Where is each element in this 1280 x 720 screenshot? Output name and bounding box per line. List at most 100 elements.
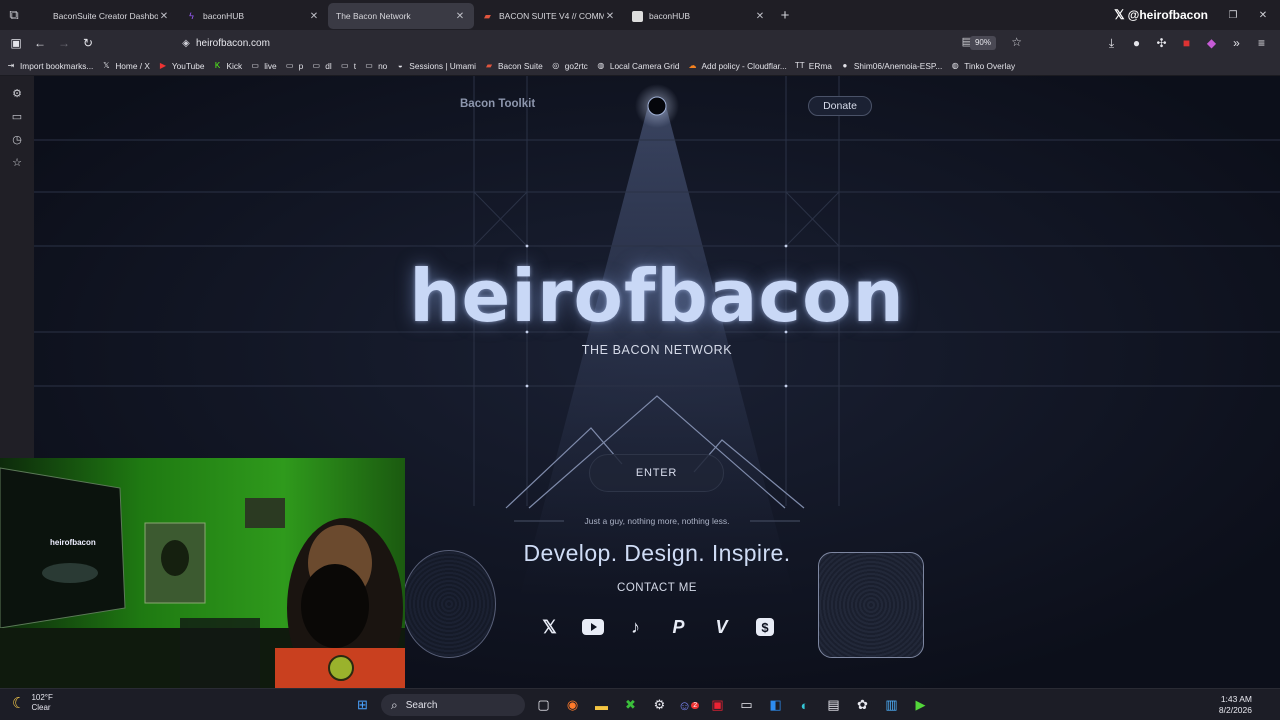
page-icon bbox=[36, 11, 47, 22]
cashapp-icon[interactable]: $ bbox=[748, 614, 782, 640]
brand-link[interactable]: Bacon Toolkit bbox=[460, 98, 535, 110]
system-clock[interactable]: 1:43 AM 8/2/2026 bbox=[1219, 694, 1252, 716]
url-text[interactable]: heirofbacon.com bbox=[196, 38, 270, 49]
forward-button[interactable]: → bbox=[52, 31, 76, 55]
task-view-icon[interactable]: ▢ bbox=[529, 689, 558, 720]
taskbar-search[interactable]: ⌕ Search bbox=[381, 694, 525, 716]
zoom-level-badge[interactable]: 90% bbox=[969, 36, 996, 50]
ai-chat-icon[interactable]: ⚙ bbox=[5, 82, 29, 105]
app-window-icon[interactable]: ▤ bbox=[819, 689, 848, 720]
bookmark-item[interactable]: K Kick bbox=[213, 61, 242, 71]
edge-icon[interactable]: ◐ bbox=[790, 689, 819, 720]
restore-window-button[interactable]: ❐ bbox=[1220, 0, 1246, 30]
tab-label: The Bacon Network bbox=[336, 11, 411, 21]
close-tab-icon[interactable]: ✕ bbox=[158, 11, 170, 22]
bookmark-star-icon[interactable]: ☆ bbox=[1011, 35, 1022, 49]
folder-icon: ▭ bbox=[365, 61, 373, 70]
bookmark-item[interactable]: ☁ Add policy - Cloudflar... bbox=[687, 61, 786, 71]
bookmark-item[interactable]: ▭ t bbox=[340, 61, 356, 71]
close-tab-icon[interactable]: ✕ bbox=[754, 11, 766, 22]
xbox-icon[interactable]: ✖ bbox=[616, 689, 645, 720]
file-explorer-icon[interactable]: ▬ bbox=[587, 689, 616, 720]
bookmark-item[interactable]: ▭ p bbox=[285, 60, 304, 71]
close-tab-icon[interactable]: ✕ bbox=[454, 11, 466, 22]
overflow-icon[interactable]: » bbox=[1224, 31, 1249, 55]
close-window-button[interactable]: ✕ bbox=[1250, 0, 1276, 30]
bookmark-item[interactable]: TT ERma bbox=[795, 61, 832, 71]
extension-j-icon[interactable]: ● bbox=[1124, 31, 1149, 55]
globe-icon: ◍ bbox=[597, 61, 605, 70]
reload-button[interactable]: ↻ bbox=[76, 31, 100, 55]
terminal-icon[interactable]: ▭ bbox=[732, 689, 761, 720]
close-tab-icon[interactable]: ✕ bbox=[308, 11, 320, 22]
bookmark-item[interactable]: ▭ no bbox=[364, 61, 387, 71]
profile-handle-text: @heirofbacon bbox=[1127, 8, 1208, 22]
site-info-icon[interactable]: ◈ bbox=[176, 38, 196, 49]
vscode-icon[interactable]: ◧ bbox=[761, 689, 790, 720]
chatgpt-icon[interactable]: ✿ bbox=[848, 689, 877, 720]
svg-text:$: $ bbox=[761, 620, 769, 635]
bookmark-label: YouTube bbox=[171, 60, 205, 71]
youtube-icon[interactable] bbox=[576, 614, 610, 640]
square-decoration bbox=[818, 552, 924, 658]
bookmarks-icon[interactable]: ☆ bbox=[5, 151, 29, 174]
close-tab-icon[interactable]: ✕ bbox=[604, 11, 616, 22]
bookmark-item[interactable]: ◎ go2rtc bbox=[551, 61, 588, 71]
bookmark-item[interactable]: ▭ live bbox=[250, 61, 276, 71]
bookmark-item[interactable]: ⇥ Import bookmarks... bbox=[6, 61, 94, 71]
clock-date: 8/2/2026 bbox=[1218, 705, 1252, 715]
donate-button[interactable]: Donate bbox=[808, 96, 872, 116]
back-button[interactable]: ← bbox=[28, 31, 52, 55]
bookmark-item[interactable]: ▶ YouTube bbox=[158, 61, 205, 71]
bookmark-item[interactable]: ◍ Local Camera Grid bbox=[596, 61, 679, 71]
new-tab-button[interactable]: + bbox=[774, 7, 796, 24]
tab-label: BACON SUITE V4 // COMMAND bbox=[499, 11, 604, 21]
search-icon: ⌕ bbox=[391, 697, 398, 712]
tab-bacon-suite-v4[interactable]: ▰ BACON SUITE V4 // COMMAND ✕ bbox=[474, 3, 624, 29]
windows-start-icon[interactable]: ⊞ bbox=[348, 689, 377, 720]
downloads-icon[interactable]: ⤓ bbox=[1099, 31, 1124, 55]
discord-icon[interactable]: ☺ 2 bbox=[674, 689, 703, 720]
history-icon[interactable]: ◷ bbox=[5, 128, 29, 151]
tab-bacon-network[interactable]: The Bacon Network ✕ bbox=[328, 3, 474, 29]
steam-icon[interactable]: ⚙ bbox=[645, 689, 674, 720]
bookmark-item[interactable]: 𝕏 Home / X bbox=[101, 61, 150, 71]
bookmark-label: t bbox=[353, 60, 357, 71]
tiktok-icon[interactable]: ♪ bbox=[619, 614, 653, 640]
tab-baconhub[interactable]: ϟ baconHUB ✕ bbox=[178, 3, 328, 29]
media-app-icon[interactable]: ▶ bbox=[906, 689, 935, 720]
weather-widget[interactable]: ☾ 102°F Clear bbox=[12, 693, 53, 713]
bookmark-label: go2rtc bbox=[564, 60, 588, 71]
photos-icon[interactable]: ▥ bbox=[877, 689, 906, 720]
enter-button[interactable]: ENTER bbox=[589, 454, 724, 492]
ublock-icon[interactable]: ■ bbox=[1174, 31, 1199, 55]
bookmark-item[interactable]: ◒ Sessions | Umami bbox=[395, 61, 476, 71]
bookmark-label: live bbox=[264, 60, 277, 71]
bookmark-item[interactable]: ● Shim06/Anemoia-ESP... bbox=[840, 61, 942, 71]
moon-icon: ☾ bbox=[12, 695, 26, 712]
browser-window: ⧉ BaconSuite Creator Dashboard ✕ ϟ bacon… bbox=[0, 0, 1280, 720]
bookmark-label: dl bbox=[325, 60, 332, 71]
tab-creator-dashboard[interactable]: BaconSuite Creator Dashboard ✕ bbox=[28, 3, 178, 29]
bookmark-label: p bbox=[298, 60, 304, 71]
tab-label: baconHUB bbox=[203, 11, 245, 21]
extensions-icon[interactable]: ✣ bbox=[1149, 31, 1174, 55]
bookmark-item[interactable]: ▭ dl bbox=[311, 60, 332, 71]
app-red-icon[interactable]: ▣ bbox=[703, 689, 732, 720]
tab-list-icon[interactable]: ⧉ bbox=[0, 0, 28, 30]
folder-icon: ▭ bbox=[312, 61, 321, 70]
x-logo-icon: 𝕏 bbox=[103, 61, 110, 70]
venmo-icon[interactable]: V bbox=[705, 614, 739, 640]
bacon-icon: ▰ bbox=[484, 10, 491, 21]
synced-tabs-icon[interactable]: ▭ bbox=[5, 105, 29, 128]
bookmark-item[interactable]: ◍ Tinko Overlay bbox=[950, 61, 1015, 71]
x-icon[interactable]: 𝕏 bbox=[533, 614, 567, 640]
firefox-icon[interactable]: ◉ bbox=[558, 689, 587, 720]
menu-icon[interactable]: ≡ bbox=[1249, 31, 1274, 55]
bookmark-item[interactable]: ▰ Bacon Suite bbox=[484, 61, 543, 71]
tab-baconhub-2[interactable]: baconHUB ✕ bbox=[624, 3, 774, 29]
sidebar-toggle-icon[interactable]: ▣ bbox=[4, 31, 28, 55]
paypal-icon[interactable]: P bbox=[662, 614, 696, 640]
url-bar[interactable]: ◈ heirofbacon.com ▤ 90% ☆ bbox=[176, 32, 1030, 54]
extension-purple-icon[interactable]: ◆ bbox=[1199, 31, 1224, 55]
